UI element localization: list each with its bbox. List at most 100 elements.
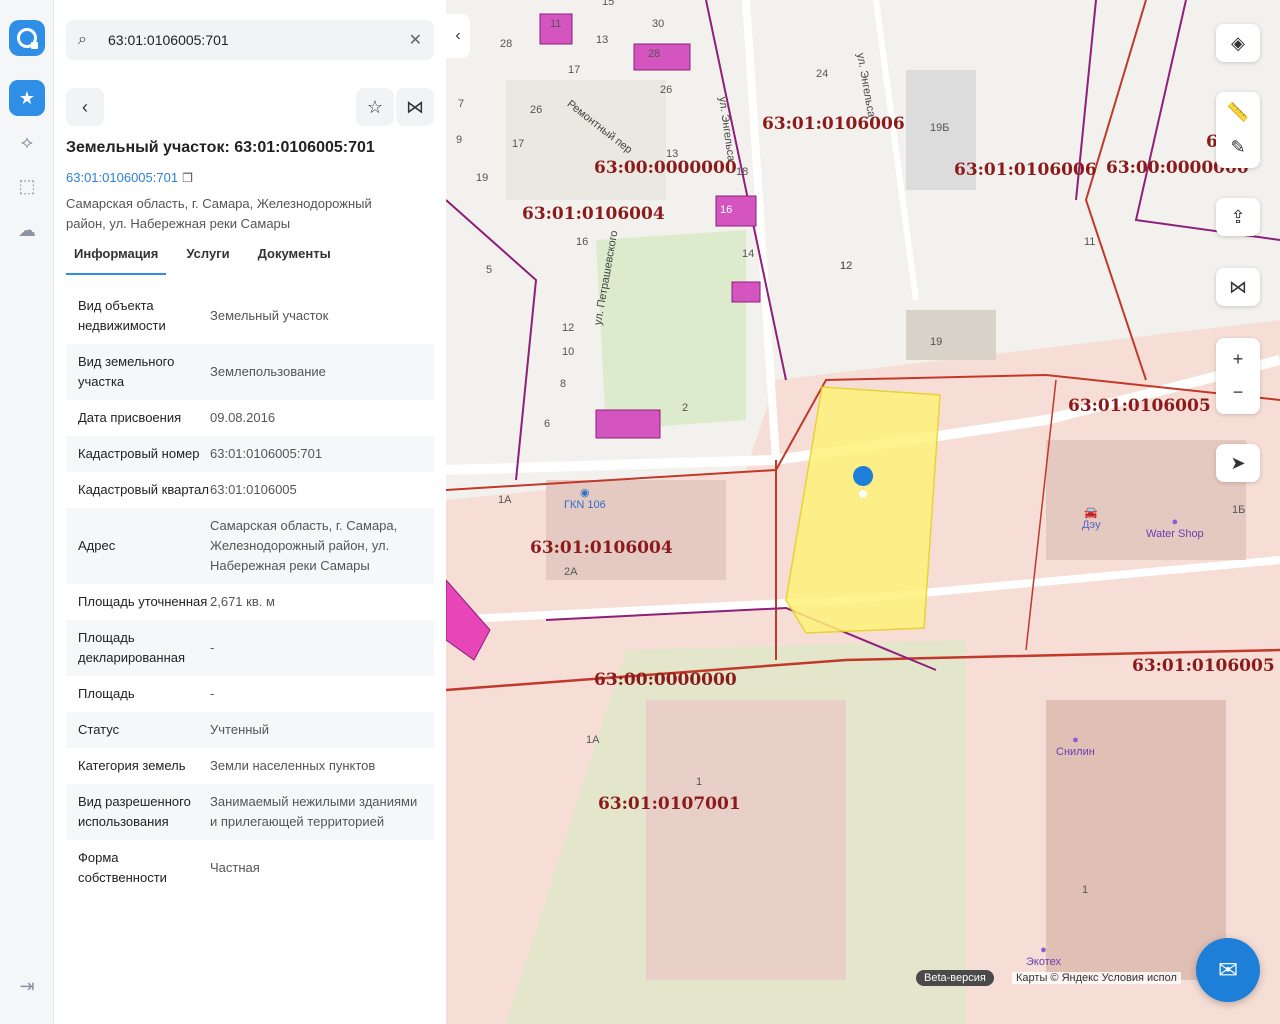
share-icon[interactable]: ⋈ bbox=[1216, 268, 1260, 306]
zoom-in-icon[interactable]: + bbox=[1233, 349, 1244, 370]
search-icon: ⌕ bbox=[78, 31, 87, 48]
edit-icon[interactable]: ✎ bbox=[1230, 137, 1245, 158]
map-label: 63:01:0106006 bbox=[762, 114, 905, 134]
map-label: 63:01:0106004 bbox=[530, 538, 673, 558]
row-value: - bbox=[210, 640, 215, 655]
search-input[interactable]: 63:01:0106005:701 bbox=[108, 32, 409, 48]
row-value: - bbox=[210, 686, 215, 701]
row-key: Вид разрешенного использования bbox=[78, 794, 191, 829]
map-label: 63:01:0107001 bbox=[598, 794, 741, 814]
page-title: Земельный участок: 63:01:0106005:701 bbox=[66, 139, 375, 156]
car-icon: 🚘 bbox=[1084, 507, 1099, 519]
house-number: 13 bbox=[596, 34, 609, 46]
selection-area-icon[interactable]: ⬚ bbox=[9, 168, 45, 204]
map-label: 63:01:0106004 bbox=[522, 204, 665, 224]
layers-icon[interactable]: ◈ bbox=[1216, 24, 1260, 62]
object-address: Самарская область, г. Самара, Железнодор… bbox=[66, 196, 372, 231]
favorite-star-button[interactable]: ☆ bbox=[356, 88, 394, 126]
row-key: Кадастровый квартал bbox=[78, 482, 209, 497]
house-number: 19Б bbox=[930, 122, 950, 134]
table-row: Площадь уточненная 2,671 кв. м bbox=[66, 584, 434, 620]
tab-services[interactable]: Услуги bbox=[178, 246, 237, 275]
row-value: 63:01:0106005 bbox=[210, 482, 297, 497]
shop-icon: ● bbox=[1171, 516, 1179, 528]
mail-icon[interactable]: ✉ bbox=[1196, 938, 1260, 1002]
row-value: Землепользование bbox=[210, 364, 326, 379]
upload-icon[interactable]: ⇪ bbox=[1216, 198, 1260, 236]
map-canvas[interactable]: 63:01:0106006 63:01:0106006 63:00:000000… bbox=[446, 0, 1280, 1024]
row-key: Адрес bbox=[78, 538, 116, 553]
table-row: Категория земель Земли населенных пунктов bbox=[66, 748, 434, 784]
house-number: 17 bbox=[568, 64, 581, 76]
row-key: Вид земельного участка bbox=[78, 354, 175, 389]
cadastral-number-text[interactable]: 63:01:0106005:701 bbox=[66, 170, 178, 185]
poi-label: ГКN 106 bbox=[564, 499, 606, 511]
login-icon[interactable]: ⇥ bbox=[9, 968, 45, 1004]
tab-documents[interactable]: Документы bbox=[250, 246, 339, 275]
shop-icon: ● bbox=[1072, 734, 1079, 746]
poi-water-shop[interactable]: ● Water Shop bbox=[1146, 516, 1204, 540]
house-number: 2 bbox=[682, 402, 689, 414]
cadastral-number-link[interactable]: 63:01:0106005:701 ❐ bbox=[66, 170, 193, 185]
poi-bus-stop[interactable]: ◉ ГКN 106 bbox=[564, 486, 606, 511]
table-row: Площадь декларированная - bbox=[66, 620, 434, 676]
house-number: 26 bbox=[530, 104, 543, 116]
info-panel: ⌕ 63:01:0106005:701 ✕ ‹ ☆ ⋈ Земельный уч… bbox=[54, 0, 446, 1024]
search-field[interactable]: ⌕ 63:01:0106005:701 ✕ bbox=[66, 20, 434, 60]
poi-snilin[interactable]: ● Снилин bbox=[1056, 734, 1095, 758]
route-icon[interactable]: ⟡ bbox=[9, 124, 45, 160]
ruler-icon[interactable]: 📏 bbox=[1227, 102, 1249, 123]
table-row: Адрес Самарская область, г. Самара, Желез… bbox=[66, 508, 434, 584]
row-value: 09.08.2016 bbox=[210, 410, 276, 425]
table-row: Вид земельного участка Землепользование bbox=[66, 344, 434, 400]
share-button[interactable]: ⋈ bbox=[396, 88, 434, 126]
left-rail: ★ ⟡ ⬚ ☁ ⇥ bbox=[0, 0, 54, 1024]
row-value: 63:01:0106005:701 bbox=[210, 446, 323, 461]
house-number: 13 bbox=[666, 148, 679, 160]
copy-icon[interactable]: ❐ bbox=[182, 171, 193, 185]
house-number: 17 bbox=[512, 138, 525, 150]
collapse-panel-chevron-icon[interactable]: ‹ bbox=[446, 14, 470, 58]
house-number: 10 bbox=[562, 346, 575, 358]
house-number: 24 bbox=[816, 68, 829, 80]
favorites-star-icon[interactable]: ★ bbox=[9, 80, 45, 116]
row-value: Земельный участок bbox=[210, 308, 329, 323]
house-number: 16 bbox=[576, 236, 589, 248]
table-row: Кадастровый номер 63:01:0106005:701 bbox=[66, 436, 434, 472]
house-number: 12 bbox=[840, 260, 853, 272]
geolocation-icon[interactable]: ➤ bbox=[1216, 444, 1260, 482]
poi-label: Экотех bbox=[1026, 956, 1062, 968]
row-key: Категория земель bbox=[78, 758, 186, 773]
row-key: Площадь bbox=[78, 686, 135, 701]
row-key: Форма собственности bbox=[78, 850, 167, 885]
house-number: 8 bbox=[560, 378, 567, 390]
house-number: 28 bbox=[500, 38, 513, 50]
table-row: Статус Учтенный bbox=[66, 712, 434, 748]
map-copyright[interactable]: Карты © Яндекс Условия испол bbox=[1012, 972, 1181, 984]
house-number: 1А bbox=[586, 734, 600, 746]
house-number: 26 bbox=[660, 84, 673, 96]
house-number: 1А bbox=[498, 494, 512, 506]
clear-icon[interactable]: ✕ bbox=[409, 30, 422, 50]
table-row: Вид разрешенного использования Занимаемый… bbox=[66, 784, 434, 840]
house-number: 19 bbox=[930, 336, 943, 348]
table-row: Дата присвоения 09.08.2016 bbox=[66, 400, 434, 436]
poi-ekotekh[interactable]: ● Экотех bbox=[1026, 944, 1061, 968]
house-number: 5 bbox=[486, 264, 493, 276]
row-value: Учтенный bbox=[210, 722, 270, 737]
back-button[interactable]: ‹ bbox=[66, 88, 104, 126]
row-value: Занимаемый нежилыми зданиями и прилегающ… bbox=[210, 794, 418, 829]
house-number: 1Б bbox=[1232, 504, 1246, 516]
app-logo[interactable] bbox=[9, 20, 45, 56]
row-value: Частная bbox=[210, 860, 260, 875]
map-label: 63:00:0000000 bbox=[594, 158, 737, 178]
house-number: 6 bbox=[544, 418, 551, 430]
tab-info[interactable]: Информация bbox=[66, 246, 167, 275]
cloud-icon[interactable]: ☁ bbox=[9, 212, 45, 248]
poi-dae[interactable]: 🚘 Дэу bbox=[1082, 506, 1101, 531]
tools-group: 📏 ✎ bbox=[1216, 92, 1260, 168]
beta-badge: Beta-версия bbox=[916, 970, 994, 986]
zoom-out-icon[interactable]: − bbox=[1233, 382, 1244, 403]
tabs: Информация Услуги Документы bbox=[66, 246, 351, 275]
row-key: Площадь декларированная bbox=[78, 630, 186, 665]
